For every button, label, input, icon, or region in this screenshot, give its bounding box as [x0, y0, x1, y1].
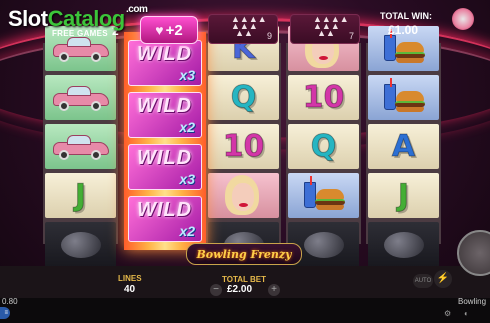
- wild-multiplier: x2: [179, 119, 195, 135]
- burger-meal-icon: [300, 175, 348, 213]
- woman-icon: [219, 174, 269, 217]
- pin-counter: ▲▲▲▲ ▲▲▲ ▲▲ 9: [208, 14, 278, 44]
- autoplay-button[interactable]: AUTO: [413, 274, 433, 288]
- bowling-pins-icon: ▲▲▲▲ ▲▲▲ ▲▲: [313, 14, 349, 38]
- symbol-j: J: [45, 173, 116, 218]
- bowling-ball-symbol: [368, 222, 439, 267]
- burger-meal-symbol: [288, 173, 359, 218]
- heart-icon: ♥: [155, 22, 164, 38]
- status-bar: [0, 298, 490, 323]
- free-games-added-badge: ♥ +2: [140, 16, 198, 44]
- wild-symbol: WILD x2: [128, 196, 202, 242]
- watermark-main: Slot: [8, 6, 48, 31]
- watermark: SlotCatalog .com: [8, 4, 148, 32]
- symbol-10: 10: [288, 75, 359, 120]
- car-icon: [51, 134, 111, 160]
- symbol-letter: J: [397, 177, 410, 213]
- total-bet-value: £2.00: [227, 284, 253, 295]
- wild-symbol: WILD x3: [128, 144, 202, 190]
- game-stage: SlotCatalog .com FREE GAMES 2 ♥ +2 ▲▲▲▲ ▲…: [0, 0, 490, 323]
- bet-decrease-button[interactable]: −: [210, 284, 222, 296]
- car-icon: [51, 85, 111, 111]
- bowling-ball-symbol: [45, 222, 116, 267]
- bet-increase-button[interactable]: +: [268, 284, 280, 296]
- game-name: Bowling: [458, 297, 487, 306]
- wild-symbol: WILD x3: [128, 40, 202, 86]
- sound-icon[interactable]: ◐: [464, 309, 469, 318]
- lines-label: LINES: [118, 274, 142, 283]
- woman-symbol: [208, 173, 279, 218]
- bowling-ball-icon: [60, 231, 101, 258]
- symbol-letter: Q: [310, 128, 337, 164]
- wild-label: WILD: [137, 43, 193, 65]
- symbol-j: J: [368, 173, 439, 218]
- wild-multiplier: x3: [179, 171, 195, 187]
- symbol-letter: 10: [222, 128, 265, 164]
- symbol-letter: A: [391, 128, 416, 164]
- wild-reel: WILD x3 WILD x2 WILD x3 WILD x2: [124, 32, 206, 250]
- watermark-suffix: .com: [126, 4, 148, 15]
- symbol-letter: Q: [230, 79, 257, 115]
- symbol-a: A: [368, 124, 439, 169]
- pin-counter: ▲▲▲▲ ▲▲▲ ▲▲ 7: [290, 14, 360, 44]
- car-symbol: [45, 75, 116, 120]
- pin-counter-value: 7: [348, 31, 354, 41]
- bowling-ball-icon: [383, 231, 424, 258]
- burger-meal-symbol: [368, 75, 439, 120]
- car-icon: [51, 36, 111, 62]
- settings-icon[interactable]: ⚙: [444, 309, 451, 318]
- pin-counter-value: 9: [266, 31, 272, 41]
- wild-label: WILD: [137, 199, 193, 221]
- lightning-icon: ⚡: [436, 273, 450, 284]
- reel-4: 10 Q: [286, 26, 361, 267]
- total-win-label: TOTAL WIN:: [380, 11, 432, 21]
- reel-1: J: [43, 26, 118, 267]
- car-symbol: [45, 124, 116, 169]
- total-bet-label: TOTAL BET: [222, 275, 266, 284]
- wild-label: WILD: [137, 95, 193, 117]
- symbol-q: Q: [288, 124, 359, 169]
- watermark-accent: Catalog: [47, 6, 126, 31]
- reel-3: K Q 10: [206, 26, 281, 267]
- burger-meal-icon: [380, 77, 428, 115]
- total-win-value: £1.00: [388, 23, 419, 37]
- symbol-letter: J: [74, 177, 87, 213]
- bowling-ball-icon: [303, 231, 344, 258]
- lines-value: 40: [124, 284, 136, 295]
- wild-symbol: WILD x2: [128, 92, 202, 138]
- close-button[interactable]: [452, 8, 474, 30]
- wild-multiplier: x2: [179, 223, 195, 239]
- balance-value: 0.80: [2, 297, 18, 306]
- game-logo: Bowling Frenzy: [186, 243, 302, 265]
- wild-label: WILD: [137, 147, 193, 169]
- symbol-10: 10: [208, 124, 279, 169]
- reel-5: A J: [366, 26, 441, 267]
- symbol-letter: 10: [302, 79, 345, 115]
- bowling-pins-icon: ▲▲▲▲ ▲▲▲ ▲▲: [231, 14, 267, 38]
- turbo-button[interactable]: ⚡: [434, 270, 452, 288]
- free-games-added: +2: [165, 21, 183, 39]
- symbol-q: Q: [208, 75, 279, 120]
- wild-multiplier: x3: [179, 67, 195, 83]
